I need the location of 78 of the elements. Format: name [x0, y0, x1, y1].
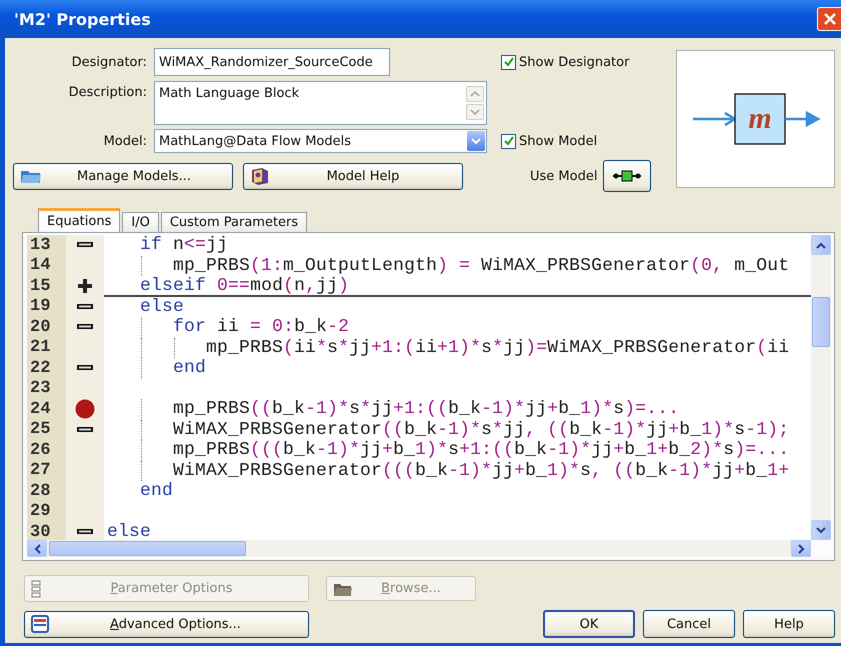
designator-field[interactable]: WiMAX_Randomizer_SourceCode	[154, 48, 390, 76]
field-label: Description:	[68, 84, 148, 100]
down-chevron-icon	[816, 526, 826, 534]
book-icon	[250, 167, 270, 185]
line-number: 13	[27, 235, 66, 256]
field-label: Designator:	[70, 54, 148, 70]
code-line: end	[139, 481, 174, 502]
collapse-icon[interactable]	[77, 426, 93, 433]
scroll-right-button[interactable]	[791, 540, 811, 557]
code-line: else	[139, 296, 184, 317]
folder-icon	[20, 168, 42, 184]
checkbox[interactable]	[501, 54, 516, 70]
window-title: 'M2' Properties	[14, 10, 151, 28]
model-help-button[interactable]: Model Help	[243, 162, 463, 190]
expand-icon[interactable]	[77, 278, 93, 294]
model-dropdown[interactable]: MathLang@Data Flow Models	[154, 129, 487, 153]
up-chevron-icon	[816, 242, 826, 248]
scroll-up-button[interactable]	[811, 235, 831, 255]
tab[interactable]: I/O	[122, 212, 159, 232]
right-chevron-icon	[798, 544, 804, 554]
code-line: elseif 0==mod(n,jj)	[139, 276, 350, 296]
left-chevron-icon	[34, 544, 40, 554]
code-line: mp_PRBS(1:m_OutputLength) = WiMAX_PRBSGenerator(0, m_Out	[172, 256, 790, 276]
scrollbar-thumb[interactable]	[49, 541, 246, 556]
code-line: mp_PRBS((b_k-1)*s*jj+1:((b_k-1)*jj+b_1)*s)=...	[172, 399, 680, 420]
collapse-icon[interactable]	[77, 529, 93, 536]
line-number: 25	[27, 420, 66, 440]
use-model-button[interactable]	[603, 160, 652, 192]
line-number: 29	[27, 502, 66, 522]
scroll-down-button[interactable]	[811, 520, 831, 540]
code-line: end	[172, 358, 206, 378]
advanced-options-button[interactable]: Advanced Options...	[24, 610, 309, 638]
grip-icon	[31, 580, 41, 598]
dialog-button[interactable]: OK	[543, 610, 635, 638]
manage-models-button[interactable]: Manage Models...	[13, 162, 233, 190]
collapse-icon[interactable]	[77, 304, 93, 310]
code-line: WiMAX_PRBSGenerator((b_k-1)*s*jj, ((b_k-1)*jj+b_1)*s-1);	[172, 420, 790, 440]
show-model-checkbox[interactable]: Show Model	[501, 134, 598, 148]
collapse-icon[interactable]	[77, 365, 93, 372]
line-number: 23	[27, 378, 66, 399]
collapse-icon[interactable]	[77, 324, 93, 330]
line-number: 27	[27, 460, 66, 481]
math-block-drawing: m	[690, 84, 820, 154]
code-line: if n<=jj	[139, 235, 228, 256]
checkbox[interactable]	[501, 134, 516, 148]
dialog-button[interactable]: Cancel	[643, 610, 735, 638]
scroll-left-button[interactable]	[27, 540, 47, 557]
tab[interactable]: Equations	[38, 208, 120, 232]
vertical-scrollbar[interactable]	[811, 235, 831, 540]
show-designator-checkbox[interactable]: Show Designator	[501, 54, 630, 70]
code-line: mp_PRBS(ii*s*jj+1:(ii+1)*s*jj)=WiMAX_PRBSGenerator(ii	[205, 338, 790, 358]
block-connector-icon	[612, 170, 642, 182]
collapse-icon[interactable]	[77, 242, 93, 248]
code-line: else	[107, 522, 152, 540]
use-model-label: Use Model	[530, 168, 598, 184]
dialog-button[interactable]: Help	[743, 610, 835, 638]
line-number: 30	[27, 522, 66, 540]
code-line: for ii = 0:b_k-2	[172, 317, 350, 338]
line-number: 15	[27, 276, 66, 296]
line-number: 24	[27, 399, 66, 420]
breakpoint-icon[interactable]	[75, 399, 95, 420]
line-number: 26	[27, 440, 66, 460]
line-number: 14	[27, 256, 66, 276]
close-icon	[822, 12, 836, 26]
tab[interactable]: Custom Parameters	[160, 212, 308, 232]
close-button[interactable]	[817, 7, 841, 31]
line-number: 20	[27, 317, 66, 338]
line-number: 19	[27, 296, 66, 317]
horizontal-scrollbar[interactable]	[27, 540, 811, 557]
field-label: Model:	[102, 134, 148, 148]
code-line: WiMAX_PRBSGenerator(((b_k-1)*jj+b_1)*s, ((b_k-1)*jj+b_1+	[172, 460, 790, 481]
code-line: mp_PRBS(((b_k-1)*jj+b_1)*s+1:((b_k-1)*jj+b_1+b_2)*s)=...	[172, 440, 790, 460]
scrollbar-thumb[interactable]	[812, 297, 830, 347]
line-number: 22	[27, 358, 66, 378]
window-icon	[31, 615, 49, 633]
code-editor[interactable]	[27, 235, 811, 540]
line-number: 21	[27, 338, 66, 358]
line-number: 28	[27, 481, 66, 502]
